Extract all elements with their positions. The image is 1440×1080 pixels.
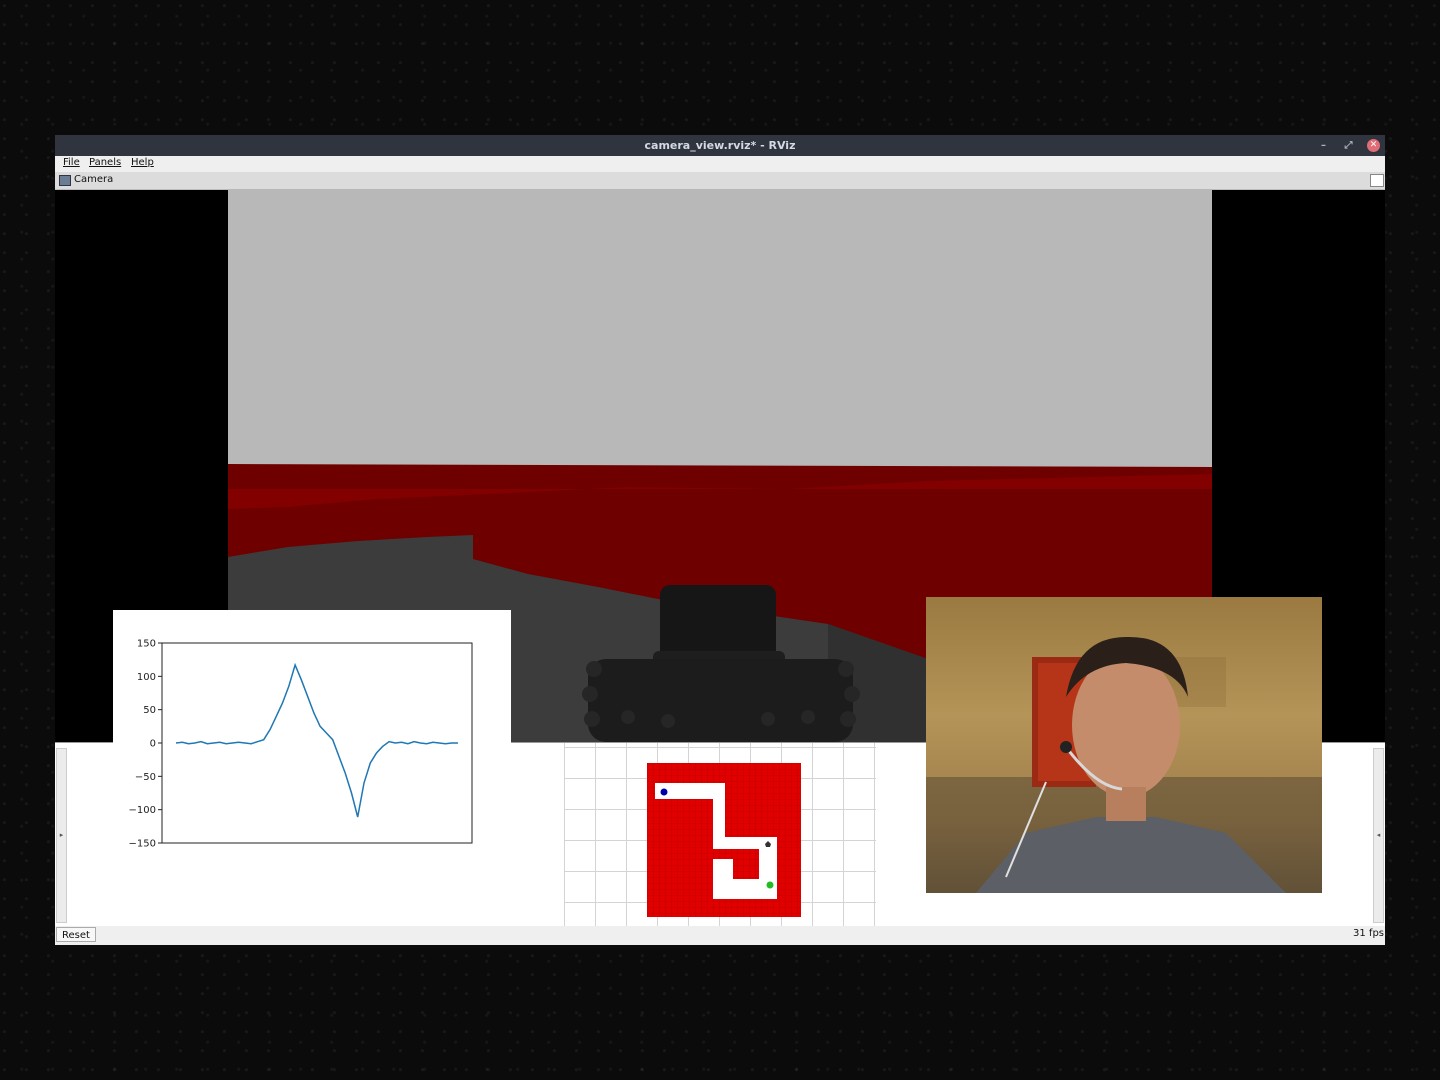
menu-help[interactable]: Help <box>131 157 154 168</box>
line-plot-overlay: 150 100 50 0 −50 −100 −150 <box>113 610 511 850</box>
undock-panel-button[interactable] <box>1370 174 1384 187</box>
goal-marker-icon <box>766 881 774 889</box>
panel-title: Camera <box>74 174 114 185</box>
right-dock-handle[interactable]: ◂ <box>1373 748 1384 923</box>
left-dock-handle[interactable]: ▸ <box>56 748 67 923</box>
y-tick-label: −50 <box>135 772 156 783</box>
close-icon[interactable]: ✕ <box>1367 139 1380 152</box>
menu-file[interactable]: File <box>63 157 80 168</box>
minimize-icon[interactable]: – <box>1317 139 1330 152</box>
fps-readout: 31 fps <box>1353 928 1384 939</box>
camera-panel-header: Camera <box>55 172 1385 190</box>
menu-bar: File Panels Help <box>55 156 1385 172</box>
y-tick-label: 150 <box>137 639 156 650</box>
y-tick-label: −150 <box>129 839 156 850</box>
webcam-frame <box>926 636 1322 893</box>
robot-marker-icon <box>660 788 668 796</box>
camera-icon <box>59 175 71 186</box>
occupancy-grid-map <box>647 763 801 917</box>
webcam-video-overlay <box>926 597 1322 893</box>
window-titlebar[interactable]: camera_view.rviz* - RViz – ⤢ ✕ <box>55 135 1385 156</box>
maximize-icon[interactable]: ⤢ <box>1342 139 1355 152</box>
status-bar: Reset 31 fps <box>55 926 1385 945</box>
reset-button[interactable]: Reset <box>56 927 96 942</box>
window-title: camera_view.rviz* - RViz <box>644 139 796 152</box>
menu-panels[interactable]: Panels <box>89 157 121 168</box>
y-tick-label: 100 <box>137 672 156 683</box>
y-tick-label: 50 <box>143 705 156 716</box>
line-chart: 150 100 50 0 −50 −100 −150 <box>129 639 473 850</box>
y-tick-label: 0 <box>150 739 156 750</box>
y-tick-label: −100 <box>129 805 156 816</box>
